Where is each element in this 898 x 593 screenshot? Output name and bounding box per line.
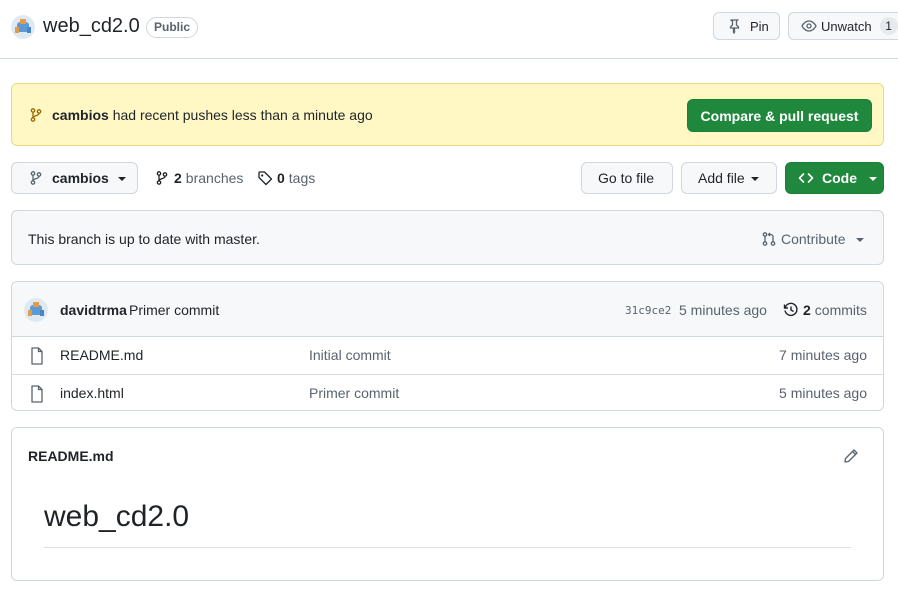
branches-link[interactable]: 2 branches — [154, 170, 243, 186]
watch-counter: 1 — [879, 17, 898, 35]
branch-icon — [30, 171, 42, 185]
readme-heading: web_cd2.0 — [44, 500, 190, 533]
banner-message: had recent pushes less than a minute ago — [112, 107, 373, 123]
pin-button[interactable]: Pin — [713, 12, 780, 40]
branch-selector[interactable]: cambios — [11, 162, 138, 194]
latest-commit-header: davidtrma Primer commit 31c9ce2 5 minute… — [12, 282, 883, 337]
code-label: Code — [822, 170, 857, 186]
file-age: 7 minutes ago — [779, 347, 867, 363]
file-browser: davidtrma Primer commit 31c9ce2 5 minute… — [11, 281, 884, 411]
file-commit-message[interactable]: Initial commit — [309, 347, 391, 363]
chevron-down-icon — [117, 177, 126, 181]
file-name[interactable]: README.md — [60, 347, 143, 363]
repo-header: web_cd2.0 Public Pin Unwatch 1 — [0, 0, 898, 59]
commit-hash[interactable]: 31c9ce2 — [625, 304, 671, 317]
current-branch-name: cambios — [52, 170, 109, 186]
unwatch-button[interactable]: Unwatch 1 — [788, 12, 898, 40]
commits-count: 2 — [803, 302, 811, 318]
repo-name[interactable]: web_cd2.0 — [43, 15, 140, 38]
go-to-file-button[interactable]: Go to file — [581, 162, 673, 194]
commit-author[interactable]: davidtrma — [60, 302, 127, 318]
contribute-label: Contribute — [781, 231, 846, 247]
pin-icon — [729, 19, 740, 34]
branch-status-box: This branch is up to date with master. C… — [11, 210, 884, 265]
banner-branch-name[interactable]: cambios — [52, 107, 109, 123]
file-icon — [31, 385, 43, 403]
pull-request-icon — [762, 232, 776, 246]
commit-time: 5 minutes ago — [679, 302, 767, 318]
add-file-button[interactable]: Add file — [681, 162, 777, 194]
chevron-down-icon — [750, 177, 759, 181]
unwatch-label: Unwatch — [821, 18, 872, 34]
code-icon — [798, 173, 814, 183]
banner-text: cambios had recent pushes less than a mi… — [52, 107, 373, 123]
file-commit-message[interactable]: Primer commit — [309, 385, 399, 401]
branch-status-text: This branch is up to date with master. — [28, 231, 260, 247]
commits-label: commits — [814, 302, 867, 318]
file-name[interactable]: index.html — [60, 385, 124, 401]
commits-history-link[interactable]: 2 commits — [783, 302, 867, 318]
tags-count: 0 — [277, 170, 285, 186]
branch-icon — [156, 171, 168, 185]
add-file-label: Add file — [698, 170, 745, 186]
tags-link[interactable]: 0 tags — [257, 170, 315, 186]
file-age: 5 minutes ago — [779, 385, 867, 401]
file-row[interactable]: README.md Initial commit 7 minutes ago — [12, 337, 883, 374]
readme-panel: README.md web_cd2.0 — [11, 427, 884, 581]
readme-title[interactable]: README.md — [28, 448, 114, 464]
contribute-dropdown[interactable]: Contribute — [761, 231, 864, 247]
recent-push-banner: cambios had recent pushes less than a mi… — [11, 83, 884, 146]
visibility-badge: Public — [146, 17, 199, 38]
author-avatar[interactable] — [24, 298, 48, 322]
heading-divider — [44, 547, 851, 548]
branches-count: 2 — [174, 170, 182, 186]
chevron-down-icon — [869, 177, 877, 181]
branch-icon — [30, 108, 42, 122]
commit-message[interactable]: Primer commit — [129, 302, 219, 318]
tags-label: tags — [288, 170, 316, 186]
eye-icon — [801, 20, 817, 32]
branches-label: branches — [185, 170, 244, 186]
pin-label: Pin — [750, 18, 769, 34]
file-icon — [31, 347, 43, 365]
owner-avatar[interactable] — [11, 15, 35, 39]
code-button[interactable]: Code — [785, 162, 884, 194]
history-icon — [783, 302, 798, 317]
file-row[interactable]: index.html Primer commit 5 minutes ago — [12, 374, 883, 410]
pencil-icon[interactable] — [843, 448, 859, 464]
chevron-down-icon — [855, 238, 864, 242]
compare-pull-request-button[interactable]: Compare & pull request — [687, 99, 872, 132]
tag-icon — [258, 171, 273, 186]
